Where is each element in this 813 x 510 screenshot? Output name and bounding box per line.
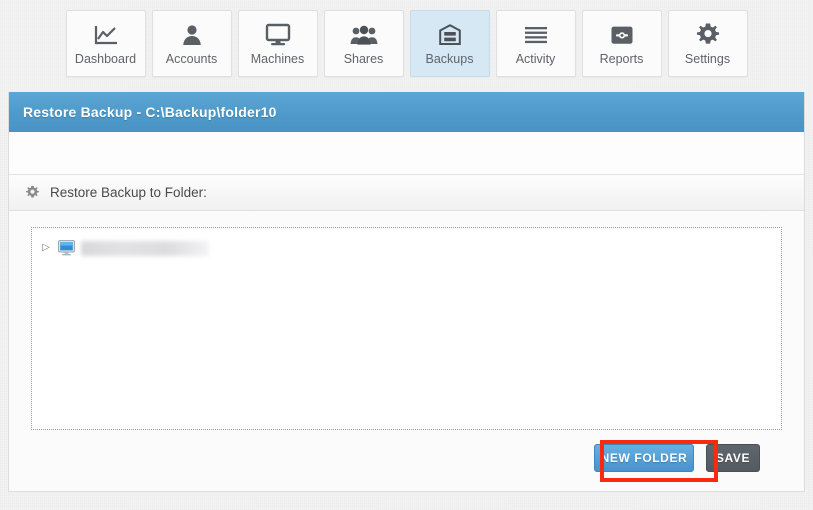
monitor-icon: [265, 21, 291, 49]
chart-line-icon: [93, 21, 119, 49]
gear-icon: [695, 21, 721, 49]
panel-header: Restore Backup - C:\Backup\folder10: [9, 92, 804, 132]
nav-tab-shares[interactable]: Shares: [323, 10, 404, 77]
nav-tab-label: Accounts: [165, 52, 218, 67]
nav-tab-settings[interactable]: Settings: [667, 10, 748, 77]
folder-tree[interactable]: ▷: [31, 227, 782, 430]
gear-icon: [25, 185, 40, 200]
nav-tab-backups[interactable]: Backups: [409, 10, 490, 77]
save-button[interactable]: SAVE: [706, 444, 760, 472]
section-title: Restore Backup to Folder:: [50, 185, 207, 200]
nav-tab-label: Reports: [599, 52, 644, 67]
panel-subbar: [9, 132, 804, 175]
nav-tab-label: Shares: [343, 52, 384, 67]
tree-item-root[interactable]: ▷: [40, 237, 773, 259]
chevron-right-icon[interactable]: ▷: [40, 243, 52, 253]
nav-tab-machines[interactable]: Machines: [237, 10, 318, 77]
new-folder-button[interactable]: NEW FOLDER: [594, 444, 694, 472]
action-button-row: NEW FOLDER SAVE: [31, 430, 782, 472]
nav-tab-accounts[interactable]: Accounts: [151, 10, 232, 77]
nav-tab-reports[interactable]: Reports: [581, 10, 662, 77]
archive-icon: [438, 21, 462, 49]
nav-tab-label: Settings: [684, 52, 731, 67]
computer-monitor-icon: [58, 240, 75, 256]
nav-tab-label: Activity: [515, 52, 556, 67]
nav-tab-activity[interactable]: Activity: [495, 10, 576, 77]
restore-backup-panel: Restore Backup - C:\Backup\folder10 Rest…: [8, 92, 805, 492]
main-navigation: Dashboard Accounts Machines Shares Backu…: [0, 0, 813, 85]
nav-tab-label: Machines: [250, 52, 305, 67]
user-icon: [180, 21, 204, 49]
lines-icon: [523, 21, 549, 49]
panel-body: ▷ NEW FOLDER SAVE: [9, 211, 804, 472]
section-header: Restore Backup to Folder:: [9, 175, 804, 211]
tree-item-label: [81, 240, 209, 256]
nav-tab-dashboard[interactable]: Dashboard: [65, 10, 146, 77]
nav-tab-label: Backups: [425, 52, 474, 67]
users-group-icon: [350, 21, 378, 49]
inbox-icon: [609, 21, 635, 49]
page-title: Restore Backup - C:\Backup\folder10: [23, 104, 277, 120]
nav-tab-label: Dashboard: [74, 52, 137, 67]
